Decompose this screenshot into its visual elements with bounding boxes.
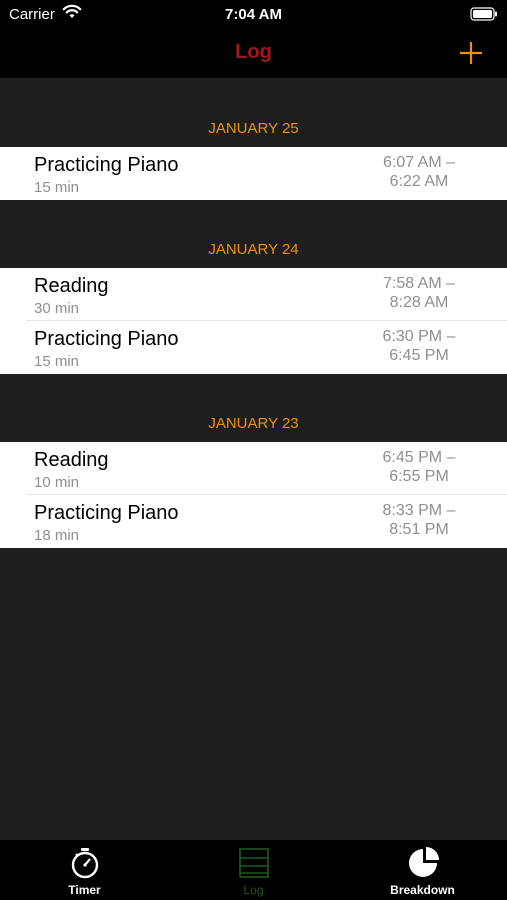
start-time: 6:30 PM – (382, 328, 456, 345)
battery-icon (470, 7, 498, 25)
navigation-bar: Log (0, 28, 507, 78)
tab-label: Timer (68, 883, 101, 897)
tab-label: Breakdown (390, 883, 455, 897)
clock: 7:04 AM (225, 6, 282, 23)
section-header: JANUARY 25 (208, 120, 299, 137)
pie-chart-icon (409, 847, 439, 877)
log-entry-row[interactable]: Practicing Piano 15 min 6:07 AM – 6:22 A… (0, 147, 507, 200)
time-range: 6:45 PM – 6:55 PM (359, 448, 479, 486)
stopwatch-icon (71, 848, 99, 879)
tab-breakdown[interactable]: Breakdown (338, 840, 507, 900)
end-time: 6:55 PM (389, 468, 449, 485)
activity-name: Reading (34, 275, 109, 297)
activity-duration: 18 min (34, 527, 80, 544)
add-button[interactable] (458, 40, 484, 66)
time-range: 6:30 PM – 6:45 PM (359, 327, 479, 365)
start-time: 6:07 AM – (382, 154, 456, 171)
end-time: 6:22 AM (389, 173, 449, 190)
status-bar: Carrier 7:04 AM (0, 0, 507, 28)
activity-duration: 15 min (34, 179, 80, 196)
list-icon (239, 848, 269, 878)
time-range: 7:58 AM – 8:28 AM (359, 274, 479, 312)
end-time: 6:45 PM (389, 347, 449, 364)
tab-log[interactable]: Log (169, 840, 338, 900)
end-time: 8:51 PM (389, 521, 449, 538)
start-time: 7:58 AM – (382, 275, 456, 292)
end-time: 8:28 AM (389, 294, 449, 311)
page-title: Log (235, 41, 272, 63)
log-entry-row[interactable]: Reading 30 min 7:58 AM – 8:28 AM (0, 268, 507, 321)
activity-name: Reading (34, 449, 109, 471)
activity-name: Practicing Piano (34, 154, 179, 176)
time-range: 8:33 PM – 8:51 PM (359, 501, 479, 539)
tab-timer[interactable]: Timer (0, 840, 169, 900)
activity-name: Practicing Piano (34, 502, 179, 524)
activity-name: Practicing Piano (34, 328, 179, 350)
start-time: 8:33 PM – (382, 502, 456, 519)
tab-bar: Timer Log Breakdown (0, 840, 507, 900)
log-entry-row[interactable]: Reading 10 min 6:45 PM – 6:55 PM (0, 442, 507, 495)
activity-duration: 15 min (34, 353, 80, 370)
time-range: 6:07 AM – 6:22 AM (359, 153, 479, 191)
section-header: JANUARY 24 (208, 241, 299, 258)
activity-duration: 10 min (34, 474, 80, 491)
start-time: 6:45 PM – (382, 449, 456, 466)
log-entry-row[interactable]: Practicing Piano 15 min 6:30 PM – 6:45 P… (0, 321, 507, 374)
log-entry-row[interactable]: Practicing Piano 18 min 8:33 PM – 8:51 P… (0, 495, 507, 548)
activity-duration: 30 min (34, 300, 80, 317)
plus-icon (460, 42, 482, 64)
section-header: JANUARY 23 (208, 415, 299, 432)
tab-label: Log (243, 883, 264, 897)
